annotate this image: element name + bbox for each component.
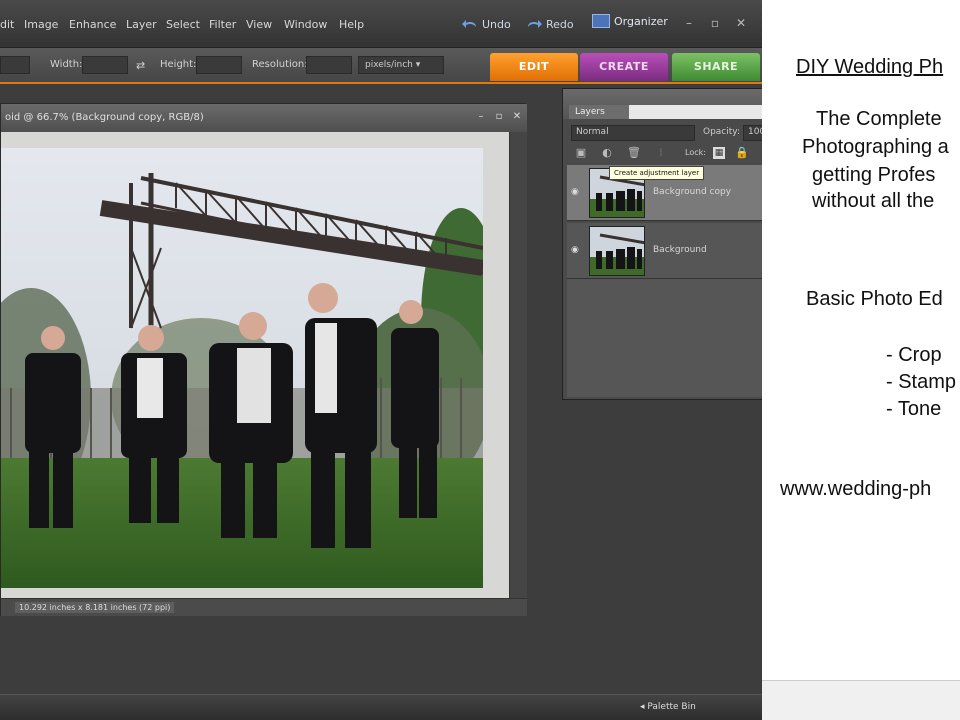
menu-select[interactable]: Select [166, 18, 200, 31]
restore-icon[interactable]: ▫ [708, 16, 722, 30]
visibility-eye-icon[interactable]: ◉ [571, 187, 585, 197]
adjustment-layer-icon[interactable]: ◐ [601, 147, 613, 159]
palette-bin-label: Palette Bin [647, 702, 696, 712]
undo-button[interactable]: Undo [462, 18, 511, 31]
presentation-slide: DIY Wedding Ph The Complete Photographin… [762, 0, 960, 720]
menu-help[interactable]: Help [339, 18, 364, 31]
trash-icon[interactable]: 🗑 [627, 147, 641, 159]
menu-layer[interactable]: Layer [126, 18, 157, 31]
layer-name[interactable]: Background [653, 245, 707, 255]
close-icon[interactable]: ✕ [734, 16, 748, 30]
editor-window: dit Image Enhance Layer Select Filter Vi… [0, 0, 807, 720]
doc-close-icon[interactable]: ✕ [511, 111, 523, 123]
width-field[interactable] [82, 56, 128, 74]
redo-label: Redo [546, 18, 574, 31]
menu-enhance[interactable]: Enhance [69, 18, 116, 31]
document-title: oid @ 66.7% (Background copy, RGB/8) [5, 112, 204, 123]
layer-thumbnail [589, 226, 645, 276]
menu-window[interactable]: Window [284, 18, 327, 31]
layer-name[interactable]: Background copy [653, 187, 731, 197]
slide-bullet-stamp: - Stamp [886, 371, 957, 393]
screen: dit Image Enhance Layer Select Filter Vi… [0, 0, 960, 720]
menu-image[interactable]: Image [24, 18, 58, 31]
new-layer-icon[interactable]: ▣ [575, 147, 587, 159]
thumbnail-image [590, 227, 644, 275]
menu-edit[interactable]: dit [0, 18, 14, 31]
layer-row-background[interactable]: ◉ Background 🔒 [567, 223, 789, 279]
slide-footer [762, 680, 960, 720]
blend-mode-select[interactable]: Normal [571, 125, 695, 141]
slide-line-2: Photographing a [802, 136, 949, 158]
swap-dimensions-icon[interactable]: ⇄ [136, 59, 145, 72]
tool-preset-field[interactable] [0, 56, 30, 74]
document-status-bar: 10.292 inches x 8.181 inches (72 ppi) [1, 598, 527, 616]
document-window: oid @ 66.7% (Background copy, RGB/8) – ▫… [0, 103, 527, 616]
create-mode-button[interactable]: CREATE [580, 53, 668, 81]
lock-all-icon[interactable]: 🔒 [735, 147, 749, 159]
organizer-icon [592, 14, 610, 28]
undo-label: Undo [482, 18, 511, 31]
document-titlebar[interactable]: oid @ 66.7% (Background copy, RGB/8) – ▫… [1, 104, 527, 132]
palette-bin-toggle[interactable]: ◂ Palette Bin [640, 702, 696, 712]
visibility-eye-icon[interactable]: ◉ [571, 245, 585, 255]
lock-label: Lock: [685, 148, 706, 157]
link-icon[interactable]: ⁞ [655, 147, 667, 159]
slide-line-1: The Complete [816, 108, 942, 130]
edit-mode-button[interactable]: EDIT [490, 53, 578, 81]
menu-bar: dit Image Enhance Layer Select Filter Vi… [0, 0, 762, 48]
canvas-area[interactable] [1, 132, 509, 598]
height-field[interactable] [196, 56, 242, 74]
blend-mode-value: Normal [576, 127, 609, 137]
wedding-group-photo[interactable] [1, 148, 483, 588]
organizer-label: Organizer [614, 15, 668, 28]
height-label: Height: [160, 59, 197, 70]
slide-bullet-crop: - Crop [886, 344, 942, 366]
lock-transparency-icon[interactable]: ▦ [713, 147, 725, 159]
document-vertical-scrollbar[interactable] [509, 132, 527, 598]
minimize-icon[interactable]: – [682, 16, 696, 30]
resolution-label: Resolution: [252, 59, 308, 70]
document-size-status[interactable]: 10.292 inches x 8.181 inches (72 ppi) [15, 602, 175, 613]
menu-filter[interactable]: Filter [209, 18, 236, 31]
organizer-button[interactable]: Organizer [592, 14, 668, 34]
redo-icon [528, 20, 542, 28]
redo-button[interactable]: Redo [526, 18, 574, 31]
tooltip: Create adjustment layer [609, 166, 705, 180]
width-label: Width: [50, 59, 83, 70]
slide-line-4: without all the [812, 190, 935, 212]
slide-line-3: getting Profes [812, 164, 936, 186]
resolution-unit-value: pixels/inch [365, 60, 413, 70]
resolution-unit-select[interactable]: pixels/inch ▾ [358, 56, 444, 74]
slide-bullet-tone: - Tone [886, 398, 942, 420]
photo-image [1, 148, 483, 588]
menu-view[interactable]: View [246, 18, 272, 31]
layers-empty-area [567, 279, 789, 397]
undo-icon [462, 20, 476, 28]
opacity-label: Opacity: [703, 127, 740, 137]
resolution-field[interactable] [306, 56, 352, 74]
bottom-bar: ◂ Palette Bin [0, 694, 762, 720]
slide-heading: DIY Wedding Ph [796, 56, 944, 78]
slide-url: www.wedding-ph [780, 478, 932, 500]
doc-maximize-icon[interactable]: ▫ [493, 111, 505, 123]
doc-minimize-icon[interactable]: – [475, 111, 487, 123]
share-mode-button[interactable]: SHARE [672, 53, 760, 81]
layers-tab[interactable]: Layers [569, 105, 629, 119]
slide-subheading: Basic Photo Ed [806, 288, 943, 310]
